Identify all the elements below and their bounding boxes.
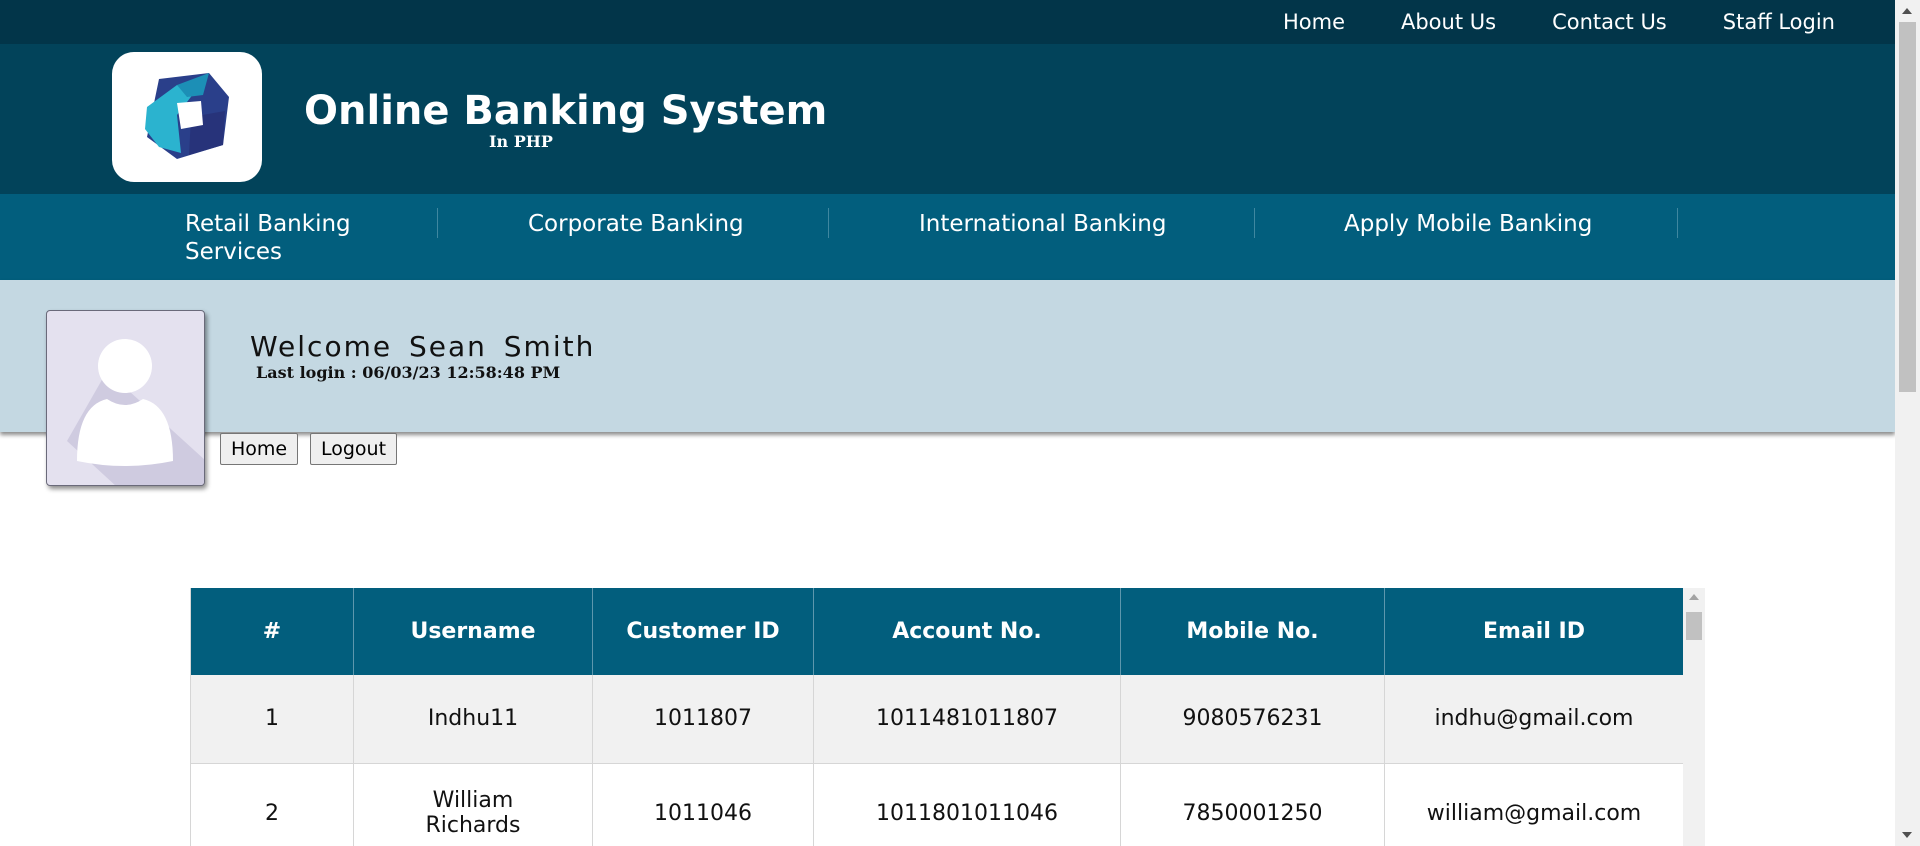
column-header: # (190, 588, 354, 675)
top-nav-staff-login-link[interactable]: Staff Login (1723, 10, 1835, 34)
table-cell: 2 (190, 763, 354, 846)
table-row: 2 William Richards 1011046 1011801011046… (190, 763, 1684, 846)
customer-table: # Username Customer ID Account No. Mobil… (190, 588, 1684, 846)
column-header: Mobile No. (1120, 588, 1385, 675)
table-cell: 1011481011807 (813, 675, 1121, 764)
table-cell: 7850001250 (1120, 763, 1385, 846)
scroll-down-arrow-icon[interactable] (1902, 832, 1912, 838)
page-scrollbar[interactable] (1895, 0, 1920, 846)
column-header: Username (353, 588, 593, 675)
table-cell: 9080576231 (1120, 675, 1385, 764)
user-avatar-icon (46, 310, 205, 486)
top-bar: Home About Us Contact Us Staff Login (0, 0, 1895, 44)
table-cell: William Richards (353, 763, 593, 846)
table-cell: 1011807 (592, 675, 814, 764)
top-nav-contact-link[interactable]: Contact Us (1552, 10, 1667, 34)
scroll-up-arrow-icon[interactable] (1689, 594, 1699, 600)
site-subtitle: In PHP (489, 132, 553, 151)
table-row: 1 Indhu11 1011807 1011481011807 90805762… (190, 675, 1684, 764)
table-header-row: # Username Customer ID Account No. Mobil… (190, 588, 1684, 675)
home-button[interactable]: Home (220, 433, 299, 465)
welcome-message: Welcome Sean Smith (250, 330, 596, 363)
logout-button[interactable]: Logout (310, 433, 398, 465)
nav-retail-banking[interactable]: Retail Banking Services (185, 210, 365, 266)
nav-divider (1677, 208, 1678, 238)
top-nav-home-link[interactable]: Home (1283, 10, 1345, 34)
scroll-up-arrow-icon[interactable] (1902, 8, 1912, 14)
main-nav: Retail Banking Services Corporate Bankin… (0, 194, 1895, 280)
customer-table-container[interactable]: # Username Customer ID Account No. Mobil… (190, 588, 1705, 846)
column-header: Account No. (813, 588, 1121, 675)
table-cell: 1011046 (592, 763, 814, 846)
table-cell: 1011801011046 (813, 763, 1121, 846)
scrollbar-thumb[interactable] (1686, 612, 1702, 640)
site-title: Online Banking System (304, 88, 828, 134)
table-scrollbar[interactable] (1683, 588, 1705, 846)
nav-international-banking[interactable]: International Banking (919, 210, 1166, 238)
top-nav: Home About Us Contact Us Staff Login (1283, 0, 1835, 44)
page: Home About Us Contact Us Staff Login Onl… (0, 0, 1895, 846)
nav-corporate-banking[interactable]: Corporate Banking (528, 210, 744, 238)
table-cell: william@gmail.com (1384, 763, 1684, 846)
nav-divider (1254, 208, 1255, 238)
top-nav-about-link[interactable]: About Us (1401, 10, 1496, 34)
table-cell: indhu@gmail.com (1384, 675, 1684, 764)
column-header: Email ID (1384, 588, 1684, 675)
nav-divider (437, 208, 438, 238)
column-header: Customer ID (592, 588, 814, 675)
last-login-text: Last login : 06/03/23 12:58:48 PM (256, 363, 561, 382)
table-cell: Indhu11 (353, 675, 593, 764)
nav-apply-mobile-banking[interactable]: Apply Mobile Banking (1344, 210, 1592, 238)
site-header: Online Banking System In PHP (0, 44, 1895, 194)
bank-logo-icon[interactable] (112, 52, 262, 182)
nav-divider (828, 208, 829, 238)
scrollbar-thumb[interactable] (1899, 22, 1916, 392)
table-cell: 1 (190, 675, 354, 764)
